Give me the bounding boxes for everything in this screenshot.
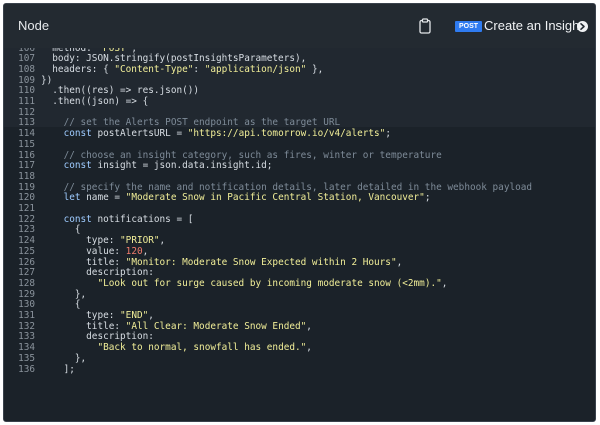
- code-editor[interactable]: 106 method: "POST", 107 body: JSON.string…: [4, 48, 595, 421]
- arrow-circle-right-icon[interactable]: [577, 21, 588, 32]
- code-line: 136 ];: [4, 363, 595, 376]
- language-label: Node: [18, 18, 50, 33]
- code-line: 129 },: [4, 289, 595, 301]
- code-line: 117 const insight = json.data.insight.id…: [4, 160, 595, 172]
- line-number: 135: [18, 352, 35, 364]
- code-text: .then((json) => {: [41, 96, 149, 107]
- code-line: 120 let name = "Moderate Snow in Pacific…: [4, 192, 595, 204]
- line-number: 108: [18, 63, 35, 75]
- code-line: 114 const postAlertsURL = "https://api.t…: [4, 128, 595, 140]
- line-number: 128: [18, 277, 35, 289]
- code-text: "Look out for surge caused by incoming m…: [97, 277, 448, 289]
- clipboard-icon[interactable]: [419, 18, 431, 34]
- code-line: 135 },: [4, 352, 595, 365]
- code-text: const insight = json.data.insight.id;: [63, 160, 273, 172]
- code-line: 134 "Back to normal, snowfall has ended.…: [4, 342, 595, 354]
- endpoint-title-link[interactable]: Create an Insight: [484, 18, 583, 33]
- code-text: ];: [41, 363, 75, 375]
- code-panel-header: Node POST Create an Insight: [4, 4, 595, 48]
- code-line: 122 const notifications = [: [4, 214, 595, 226]
- code-text: },: [41, 352, 87, 364]
- code-text: headers: { "Content-Type": "application/…: [41, 63, 324, 75]
- post-method-badge: POST: [455, 21, 483, 32]
- code-sample-panel: Node POST Create an Insight 106 method: …: [3, 3, 596, 422]
- line-number: 125: [18, 245, 35, 257]
- code-line: 128 "Look out for surge caused by incomi…: [4, 277, 595, 290]
- code-line: 111 .then((json) => {: [4, 96, 595, 108]
- line-number: 136: [18, 363, 35, 375]
- line-number: 115: [18, 138, 35, 150]
- code-line: 108 headers: { "Content-Type": "applicat…: [4, 63, 595, 76]
- code-text: const postAlertsURL = "https://api.tomor…: [63, 128, 391, 140]
- code-text: let name = "Moderate Snow in Pacific Cen…: [63, 192, 431, 204]
- line-number: 118: [18, 170, 35, 182]
